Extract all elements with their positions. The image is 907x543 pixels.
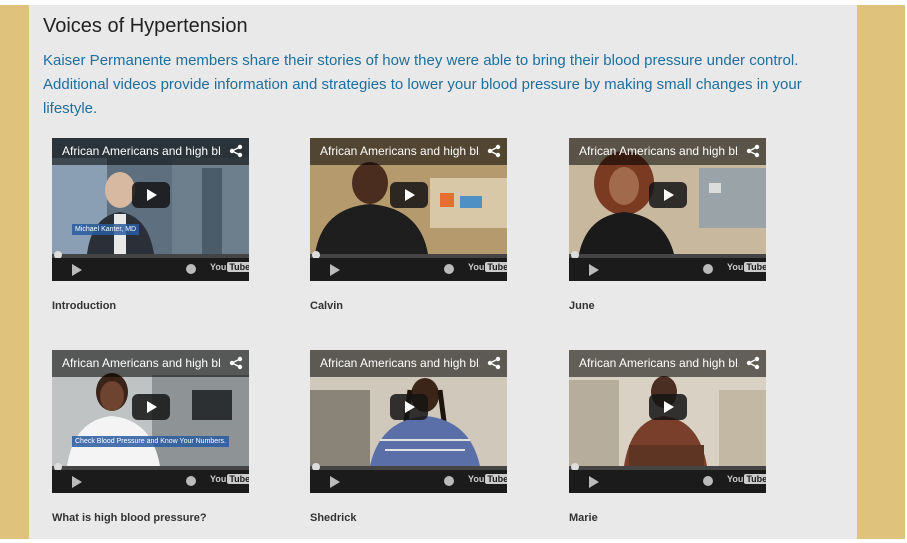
youtube-logo[interactable]: You Tube bbox=[210, 474, 249, 484]
share-icon[interactable] bbox=[746, 144, 760, 158]
player-controls: You Tube bbox=[52, 470, 249, 493]
control-play-icon[interactable] bbox=[589, 264, 599, 276]
video-title-bar: African Americans and high bl... bbox=[310, 350, 507, 377]
play-button-icon[interactable] bbox=[132, 182, 170, 208]
player-controls: You Tube bbox=[569, 470, 766, 493]
youtube-logo[interactable]: You Tube bbox=[468, 474, 507, 484]
share-icon[interactable] bbox=[487, 144, 501, 158]
share-icon[interactable] bbox=[487, 356, 501, 370]
info-icon[interactable] bbox=[703, 264, 713, 274]
video-card-shedrick: African Americans and high bl... You Tube… bbox=[310, 350, 507, 524]
info-icon[interactable] bbox=[186, 264, 196, 274]
video-title-bar: African Americans and high bl... bbox=[569, 138, 766, 165]
play-button-icon[interactable] bbox=[649, 394, 687, 420]
control-play-icon[interactable] bbox=[330, 264, 340, 276]
info-icon[interactable] bbox=[186, 476, 196, 486]
play-button-icon[interactable] bbox=[649, 182, 687, 208]
video-caption[interactable]: Calvin bbox=[310, 300, 343, 312]
section-title: Voices of Hypertension bbox=[43, 15, 248, 37]
video-caption[interactable]: Marie bbox=[569, 512, 598, 524]
video-card-calvin: African Americans and high bl... You Tube… bbox=[310, 138, 507, 312]
video-caption[interactable]: What is high blood pressure? bbox=[52, 512, 207, 524]
share-icon[interactable] bbox=[746, 356, 760, 370]
youtube-logo[interactable]: You Tube bbox=[468, 262, 507, 272]
video-title-bar: African Americans and high bl... bbox=[569, 350, 766, 377]
control-play-icon[interactable] bbox=[589, 476, 599, 488]
video-card-what-is-high-blood-pressure: Check Blood Pressure and Know Your Numbe… bbox=[52, 350, 249, 524]
video-title-bar: African Americans and high bl... bbox=[52, 138, 249, 165]
content-panel: Voices of Hypertension Kaiser Permanente… bbox=[29, 5, 857, 539]
share-icon[interactable] bbox=[229, 356, 243, 370]
video-card-marie: African Americans and high bl... You Tube… bbox=[569, 350, 766, 524]
video-caption[interactable]: Introduction bbox=[52, 300, 116, 312]
video-title[interactable]: African Americans and high bl... bbox=[320, 356, 480, 370]
player-controls: You Tube bbox=[52, 258, 249, 281]
video-caption[interactable]: June bbox=[569, 300, 595, 312]
play-button-icon[interactable] bbox=[390, 182, 428, 208]
youtube-logo[interactable]: You Tube bbox=[727, 262, 766, 272]
control-play-icon[interactable] bbox=[72, 264, 82, 276]
youtube-logo[interactable]: You Tube bbox=[210, 262, 249, 272]
left-gold-border bbox=[0, 5, 29, 539]
video-title[interactable]: African Americans and high bl... bbox=[579, 356, 739, 370]
player-controls: You Tube bbox=[569, 258, 766, 281]
video-player[interactable]: Michael Kanter, MD African Americans and… bbox=[52, 138, 249, 281]
play-button-icon[interactable] bbox=[390, 394, 428, 420]
control-play-icon[interactable] bbox=[72, 476, 82, 488]
video-caption[interactable]: Shedrick bbox=[310, 512, 356, 524]
info-icon[interactable] bbox=[703, 476, 713, 486]
video-title-bar: African Americans and high bl... bbox=[310, 138, 507, 165]
right-gold-border bbox=[857, 5, 905, 539]
video-overlay-caption: Check Blood Pressure and Know Your Numbe… bbox=[72, 436, 229, 447]
share-icon[interactable] bbox=[229, 144, 243, 158]
player-controls: You Tube bbox=[310, 258, 507, 281]
video-player[interactable]: African Americans and high bl... You Tube bbox=[569, 138, 766, 281]
video-card-june: African Americans and high bl... You Tube… bbox=[569, 138, 766, 312]
youtube-logo[interactable]: You Tube bbox=[727, 474, 766, 484]
video-player[interactable]: African Americans and high bl... You Tube bbox=[310, 350, 507, 493]
video-card-introduction: Michael Kanter, MD African Americans and… bbox=[52, 138, 249, 312]
video-title[interactable]: African Americans and high bl... bbox=[579, 144, 739, 158]
video-title[interactable]: African Americans and high bl... bbox=[62, 356, 222, 370]
info-icon[interactable] bbox=[444, 264, 454, 274]
control-play-icon[interactable] bbox=[330, 476, 340, 488]
info-icon[interactable] bbox=[444, 476, 454, 486]
video-player[interactable]: Check Blood Pressure and Know Your Numbe… bbox=[52, 350, 249, 493]
video-title[interactable]: African Americans and high bl... bbox=[320, 144, 480, 158]
video-player[interactable]: African Americans and high bl... You Tube bbox=[310, 138, 507, 281]
video-overlay-caption: Michael Kanter, MD bbox=[72, 224, 140, 235]
video-title[interactable]: African Americans and high bl... bbox=[62, 144, 222, 158]
player-controls: You Tube bbox=[310, 470, 507, 493]
section-description: Kaiser Permanente members share their st… bbox=[43, 52, 802, 117]
play-button-icon[interactable] bbox=[132, 394, 170, 420]
video-title-bar: African Americans and high bl... bbox=[52, 350, 249, 377]
video-player[interactable]: African Americans and high bl... You Tube bbox=[569, 350, 766, 493]
